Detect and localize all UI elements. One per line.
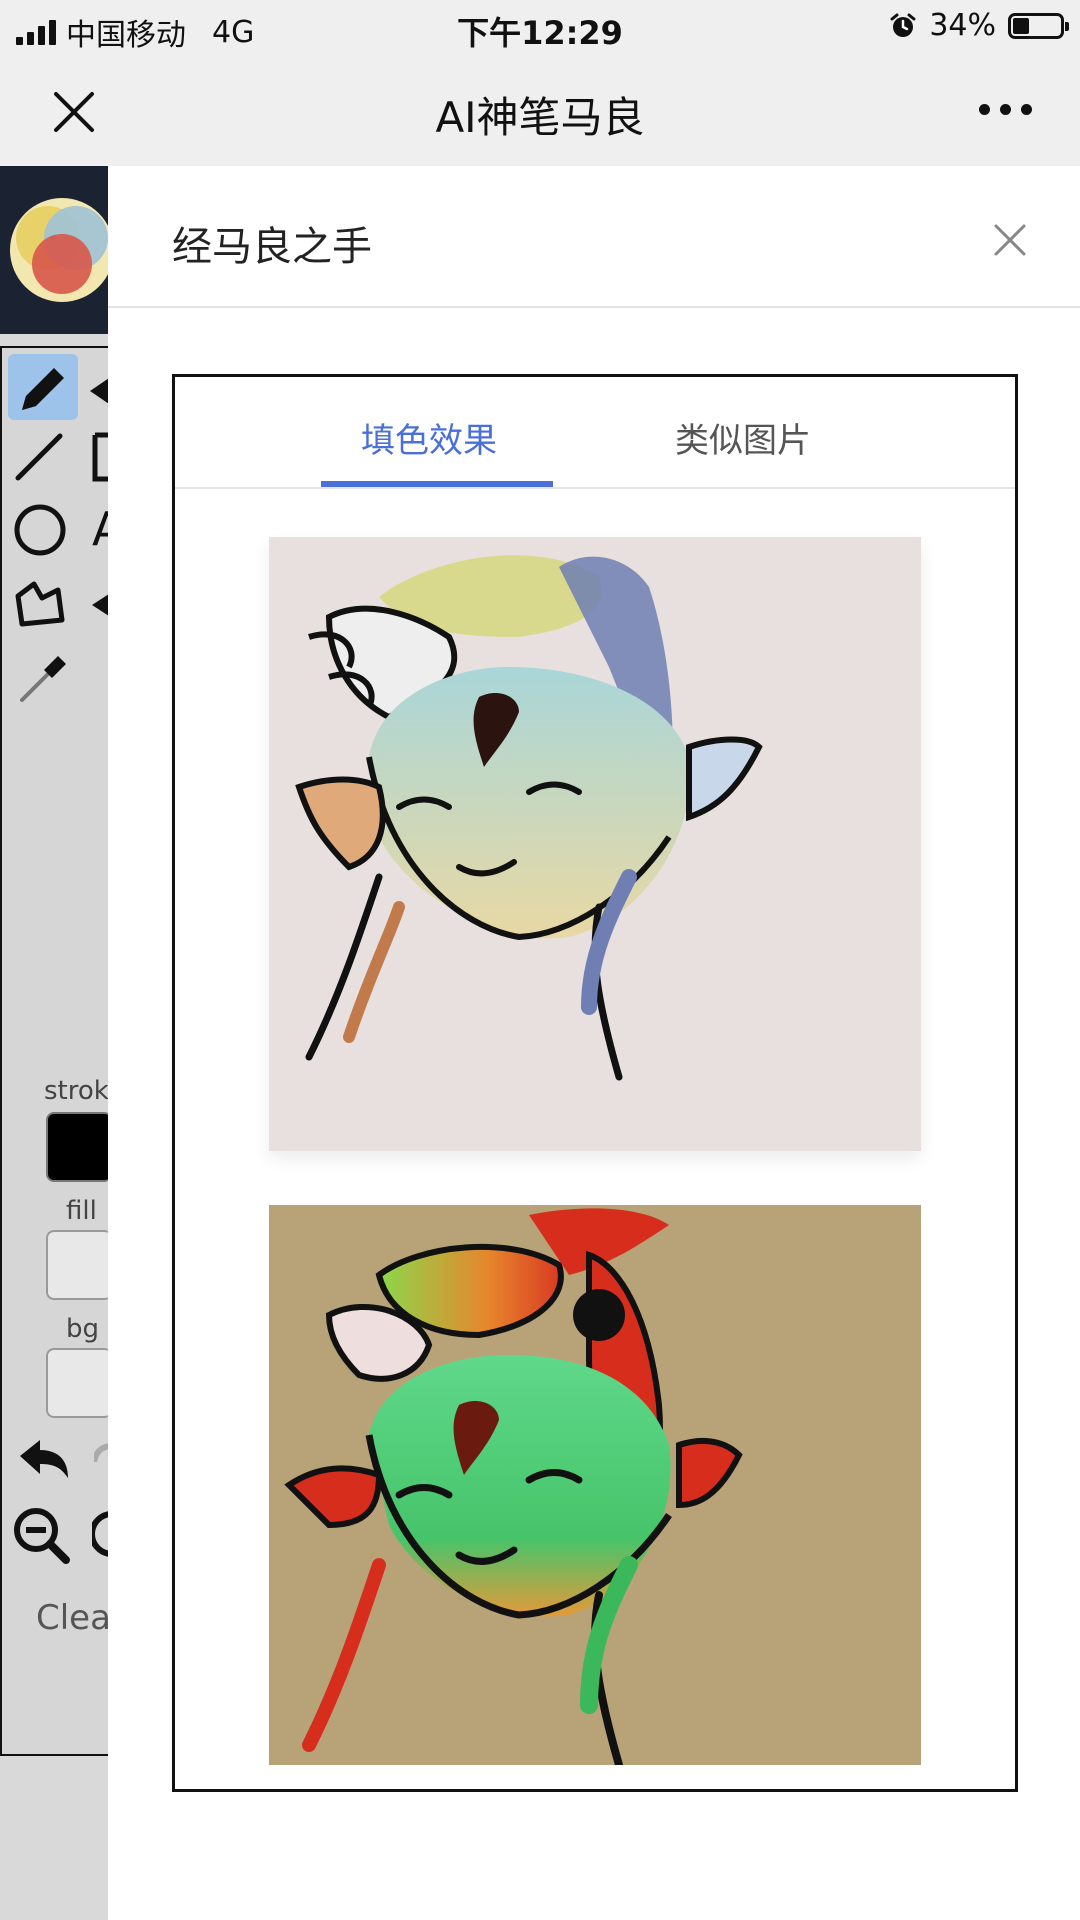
eyedropper-icon[interactable] (14, 648, 74, 708)
stroke-swatch[interactable] (46, 1112, 112, 1182)
clear-button[interactable]: Clea (36, 1598, 111, 1638)
more-icon[interactable] (979, 104, 1032, 115)
battery-icon (1008, 12, 1069, 39)
polygon-icon[interactable] (12, 576, 68, 632)
drawing-app-background: A stroke fill bg Clea (0, 166, 124, 1920)
alarm-icon (890, 13, 916, 37)
fill-label: fill (66, 1196, 97, 1226)
battery-fill (1013, 17, 1029, 34)
pencil-tool[interactable] (8, 354, 78, 420)
status-right: 34% (889, 8, 1069, 43)
app-logo-icon (10, 198, 110, 302)
close-icon[interactable] (990, 220, 1030, 260)
tab-bar: 填色效果 类似图片 (175, 377, 1015, 489)
tab-active-indicator (321, 481, 553, 487)
tool-panel: A stroke fill bg (0, 346, 124, 1756)
result-sheet: 经马良之手 填色效果 类似图片 (108, 166, 1080, 1920)
tab-fill-effect[interactable]: 填色效果 (361, 413, 497, 462)
tab-similar-images[interactable]: 类似图片 (675, 413, 811, 462)
page-title: AI神笔马良 (435, 93, 645, 142)
app-logo-strip (0, 166, 110, 334)
undo-icon[interactable] (16, 1438, 70, 1482)
sheet-title: 经马良之手 (172, 224, 372, 270)
pencil-icon (22, 368, 64, 410)
bg-swatch[interactable] (46, 1348, 112, 1418)
divider (108, 306, 1080, 308)
nav-bar: AI神笔马良 (0, 56, 1080, 166)
zoom-out-icon[interactable] (12, 1506, 72, 1566)
colorized-result-image-2[interactable] (269, 1205, 921, 1765)
fill-swatch[interactable] (46, 1230, 112, 1300)
battery-percent: 34% (929, 8, 996, 43)
colorized-result-image-1[interactable] (269, 537, 921, 1151)
line-icon[interactable] (14, 432, 64, 482)
status-bar: 中国移动 4G 下午12:29 34% (0, 0, 1080, 56)
circle-icon[interactable] (12, 502, 68, 558)
bg-label: bg (66, 1314, 100, 1344)
result-card: 填色效果 类似图片 (172, 374, 1018, 1792)
